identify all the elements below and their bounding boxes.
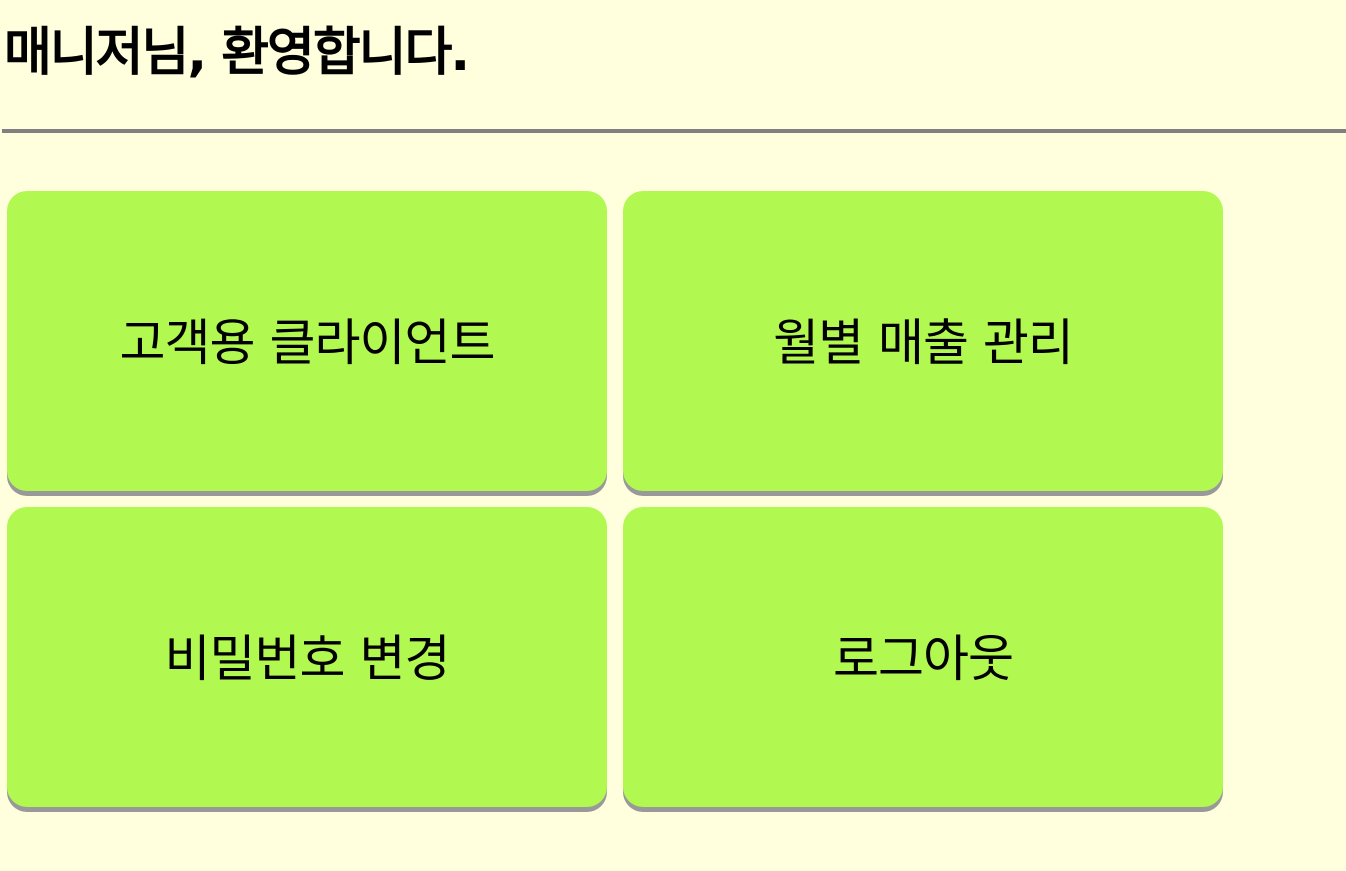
page-title: 매니저님, 환영합니다. (4, 23, 470, 83)
logout-button[interactable]: 로그아웃 (623, 507, 1223, 807)
customer-client-button[interactable]: 고객용 클라이언트 (7, 191, 607, 491)
divider (2, 129, 1346, 133)
change-password-button[interactable]: 비밀번호 변경 (7, 507, 607, 807)
monthly-sales-button[interactable]: 월별 매출 관리 (623, 191, 1223, 491)
